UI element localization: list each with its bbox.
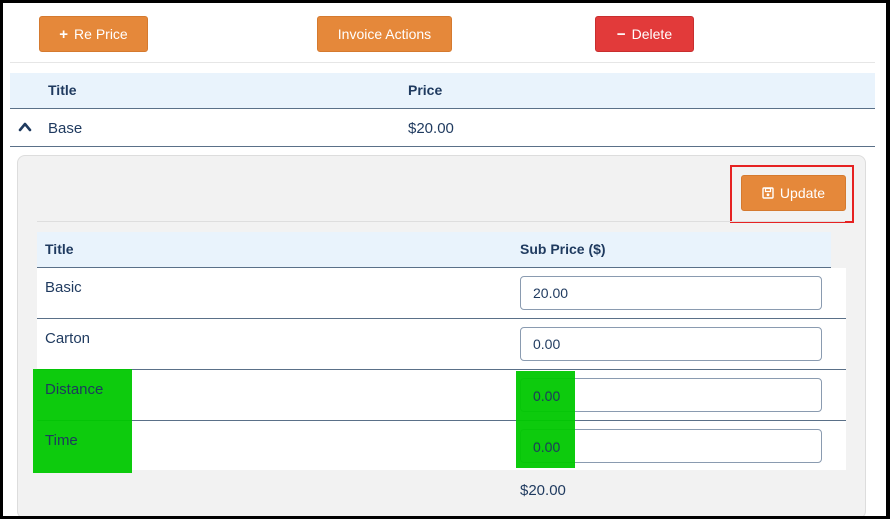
- outer-col-price: Price: [408, 82, 443, 98]
- invoice-actions-button[interactable]: Invoice Actions: [317, 16, 452, 52]
- invoice-actions-label: Invoice Actions: [337, 26, 432, 42]
- delete-button[interactable]: − Delete: [595, 16, 694, 52]
- subprice-input-time[interactable]: [520, 429, 822, 463]
- chevron-up-icon[interactable]: [18, 121, 32, 133]
- reprice-button[interactable]: + Re Price: [39, 16, 148, 52]
- subprice-row-time: Time: [37, 421, 846, 472]
- row-title-carton: Carton: [45, 330, 91, 347]
- update-button[interactable]: Update: [741, 175, 846, 211]
- subprice-input-carton[interactable]: [520, 327, 822, 361]
- inner-col-title: Title: [45, 241, 74, 257]
- inner-col-subprice: Sub Price ($): [520, 241, 606, 257]
- panel-divider: [37, 221, 845, 222]
- subprice-input-distance[interactable]: [520, 378, 822, 412]
- subprice-row-distance: Distance: [37, 370, 846, 421]
- outer-row-title: Base: [48, 120, 83, 137]
- minus-icon: −: [616, 25, 626, 43]
- save-icon: [762, 187, 774, 199]
- row-title-time: Time: [45, 432, 78, 449]
- outer-col-title: Title: [48, 82, 77, 98]
- row-title-basic: Basic: [45, 279, 82, 296]
- row-title-distance: Distance: [45, 381, 104, 398]
- reprice-label: Re Price: [74, 26, 128, 42]
- plus-icon: +: [59, 25, 69, 43]
- update-label: Update: [779, 185, 826, 201]
- delete-label: Delete: [631, 26, 673, 42]
- subprice-row-basic: Basic: [37, 268, 846, 319]
- subprice-total-row: $20.00: [37, 470, 846, 510]
- subprice-total: $20.00: [520, 482, 566, 499]
- subprice-table-header: Title Sub Price ($): [37, 232, 831, 268]
- subprice-input-basic[interactable]: [520, 276, 822, 310]
- outer-row-price: $20.00: [408, 120, 454, 137]
- subprice-row-carton: Carton: [37, 319, 846, 370]
- outer-table-row: Base $20.00: [10, 109, 875, 147]
- outer-table-header: Title Price: [10, 73, 875, 109]
- toolbar-divider: [10, 62, 875, 63]
